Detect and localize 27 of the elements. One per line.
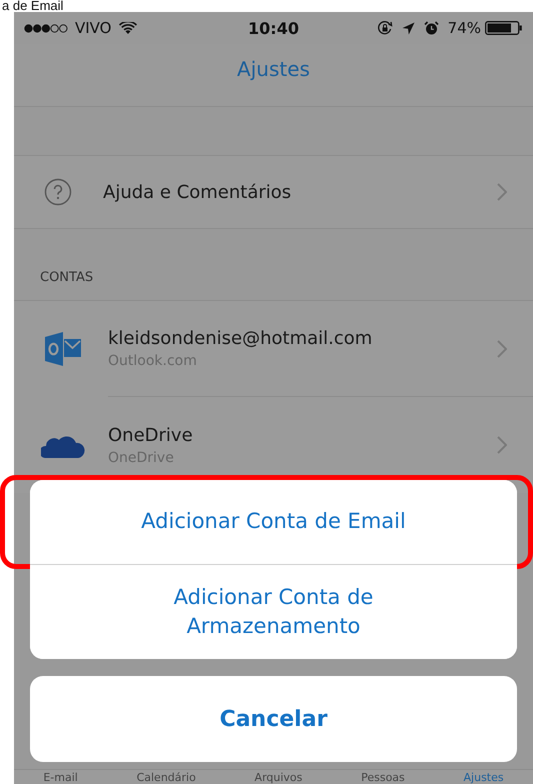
wifi-icon <box>118 22 136 34</box>
action-sheet-option[interactable]: Adicionar Conta de Armazenamento <box>30 565 517 659</box>
signal-icon <box>24 24 68 32</box>
account-name: OneDrive <box>108 424 194 446</box>
tab-bar-item[interactable]: E-mail <box>43 771 78 784</box>
location-arrow-icon <box>402 22 415 34</box>
battery-icon <box>485 21 523 35</box>
caption-text: a de Email <box>1 0 64 12</box>
tab-bar-item[interactable]: Pessoas <box>361 771 405 784</box>
screen-title: Ajustes <box>237 57 310 81</box>
section-header: CONTAS <box>40 270 94 285</box>
row-title: Ajuda e Comentários <box>103 182 292 202</box>
clock-text: 10:40 <box>248 18 299 38</box>
carrier-text: VIVO <box>75 19 112 37</box>
tab-bar-item[interactable]: Arquivos <box>254 771 302 784</box>
alarm-clock-icon <box>424 20 439 36</box>
help-icon <box>44 178 72 206</box>
chevron-icon <box>497 436 507 454</box>
cancel-button[interactable]: Cancelar <box>30 676 517 762</box>
account-name: kleidsondenise@hotmail.com <box>108 328 374 349</box>
rotation-lock-icon <box>376 20 393 36</box>
tab-bar-item[interactable]: Calendário <box>136 771 196 784</box>
mail-logo-icon <box>43 329 83 369</box>
battery-percent-text: 74% <box>448 19 481 37</box>
chevron-icon <box>497 340 507 358</box>
list-row[interactable]: Ajuda e Comentários <box>14 155 533 229</box>
chevron-icon <box>497 183 507 201</box>
